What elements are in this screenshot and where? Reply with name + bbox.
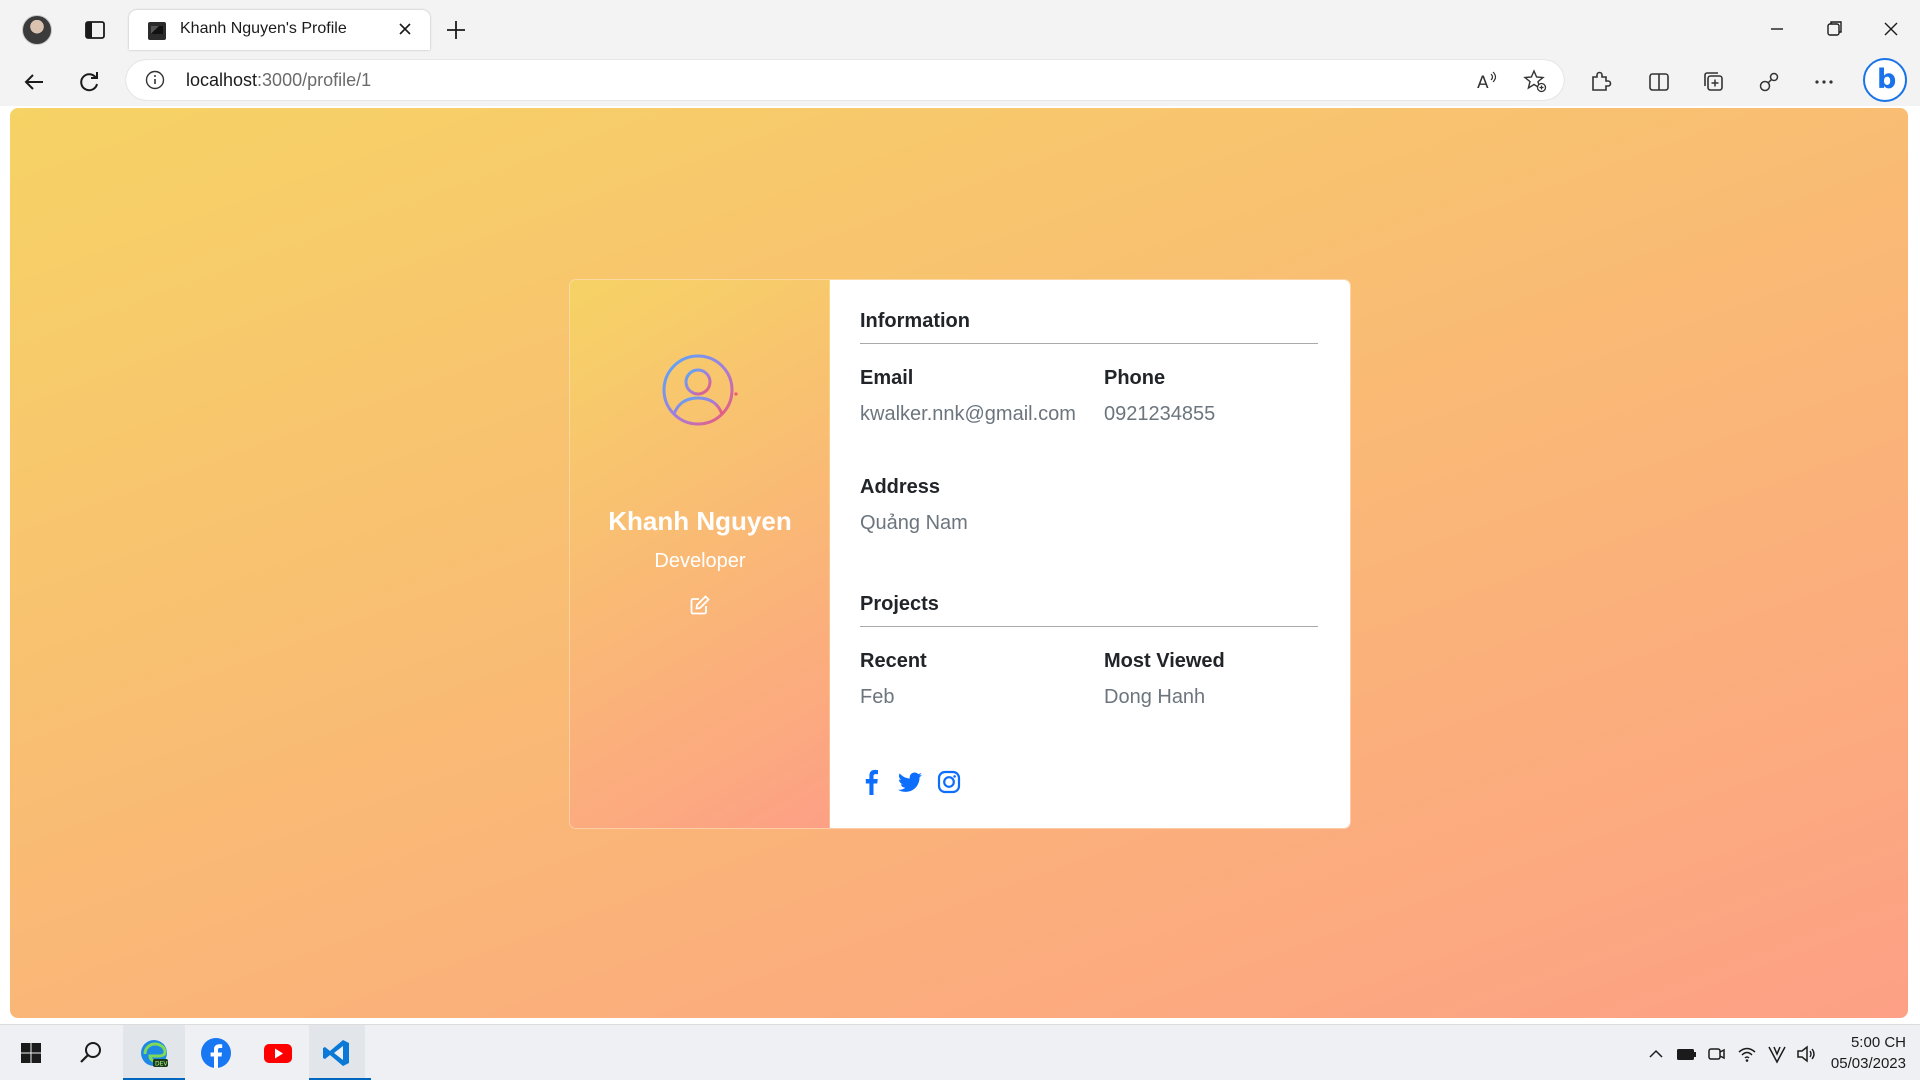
minimize-button[interactable] xyxy=(1760,14,1794,44)
profile-details-panel: Information Email kwalker.nnk@gmail.com … xyxy=(830,280,1350,828)
clock-date: 05/03/2023 xyxy=(1830,1055,1906,1072)
vscode-icon[interactable] xyxy=(309,1025,371,1080)
url-text[interactable]: localhost:3000/profile/1 xyxy=(186,70,371,91)
projects-divider xyxy=(860,626,1318,627)
volume-icon[interactable] xyxy=(1795,1043,1817,1065)
information-divider xyxy=(860,343,1318,344)
profile-summary-panel: Khanh Nguyen Developer xyxy=(570,280,830,828)
url-path: :3000/profile/1 xyxy=(257,70,372,90)
restore-button[interactable] xyxy=(1817,14,1851,44)
new-tab-button[interactable] xyxy=(442,16,470,44)
collections-icon[interactable] xyxy=(1700,68,1728,96)
vpn-icon[interactable] xyxy=(1766,1043,1788,1065)
more-options-icon[interactable] xyxy=(1810,68,1838,96)
tab-favicon-icon xyxy=(148,22,166,40)
youtube-icon[interactable] xyxy=(247,1025,309,1080)
address-label: Address xyxy=(860,476,941,498)
read-aloud-icon[interactable]: A xyxy=(1474,68,1500,94)
favorite-star-icon[interactable] xyxy=(1522,68,1548,94)
browser-chrome: Khanh Nguyen's Profile localhost:3000/pr… xyxy=(0,0,1920,106)
recent-value: Feb xyxy=(860,686,895,708)
tab-strip: Khanh Nguyen's Profile xyxy=(0,0,1920,58)
bing-chat-button[interactable]: b xyxy=(1863,58,1907,102)
windows-taskbar: DEV 5:00 CH 05/03/2023 xyxy=(0,1024,1920,1080)
edge-dev-icon[interactable]: DEV xyxy=(123,1025,185,1080)
phone-value: 0921234855 xyxy=(1104,403,1216,425)
edit-profile-icon[interactable] xyxy=(689,594,711,616)
most-viewed-value: Dong Hanh xyxy=(1104,686,1206,708)
tab-title: Khanh Nguyen's Profile xyxy=(180,20,347,37)
address-value: Quảng Nam xyxy=(860,512,968,534)
browser-profile-avatar[interactable] xyxy=(22,15,52,45)
system-clock[interactable]: 5:00 CH 05/03/2023 xyxy=(1826,1032,1906,1074)
site-info-icon[interactable] xyxy=(144,69,166,91)
back-button[interactable] xyxy=(18,66,50,98)
facebook-app-icon[interactable] xyxy=(185,1025,247,1080)
projects-heading: Projects xyxy=(860,593,939,615)
browser-toolbar: localhost:3000/profile/1 A b xyxy=(0,58,1920,106)
address-bar[interactable]: localhost:3000/profile/1 A xyxy=(126,60,1564,100)
performance-icon[interactable] xyxy=(1755,68,1783,96)
battery-icon[interactable] xyxy=(1675,1043,1697,1065)
search-icon[interactable] xyxy=(60,1025,122,1080)
extensions-icon[interactable] xyxy=(1586,68,1614,96)
svg-text:DEV: DEV xyxy=(155,1061,168,1068)
tab-actions-icon[interactable] xyxy=(82,17,108,43)
profile-role: Developer xyxy=(654,550,746,572)
recent-label: Recent xyxy=(860,650,927,672)
tab-close-icon[interactable] xyxy=(394,18,416,40)
user-avatar-icon xyxy=(660,350,740,430)
refresh-button[interactable] xyxy=(73,66,105,98)
information-heading: Information xyxy=(860,310,970,332)
twitter-icon[interactable] xyxy=(896,768,924,796)
svg-text:A: A xyxy=(1477,73,1489,93)
email-label: Email xyxy=(860,367,914,389)
tab-active[interactable]: Khanh Nguyen's Profile xyxy=(129,10,430,50)
camera-icon[interactable] xyxy=(1705,1043,1727,1065)
wifi-icon[interactable] xyxy=(1736,1043,1758,1065)
windows-start-icon[interactable] xyxy=(0,1025,62,1080)
chevron-up-icon[interactable] xyxy=(1645,1043,1667,1065)
url-host: localhost xyxy=(186,70,258,90)
split-screen-icon[interactable] xyxy=(1645,68,1673,96)
most-viewed-label: Most Viewed xyxy=(1104,650,1225,672)
phone-label: Phone xyxy=(1104,367,1166,389)
close-window-button[interactable] xyxy=(1874,14,1908,44)
facebook-icon[interactable] xyxy=(858,768,884,796)
profile-card: Khanh Nguyen Developer Information Email… xyxy=(570,280,1350,828)
profile-name: Khanh Nguyen xyxy=(608,506,792,536)
instagram-icon[interactable] xyxy=(936,768,962,796)
clock-time: 5:00 CH xyxy=(1850,1034,1906,1051)
bing-logo-letter: b xyxy=(1877,64,1897,95)
page-viewport: Khanh Nguyen Developer Information Email… xyxy=(10,108,1908,1018)
email-value: kwalker.nnk@gmail.com xyxy=(860,403,1076,425)
